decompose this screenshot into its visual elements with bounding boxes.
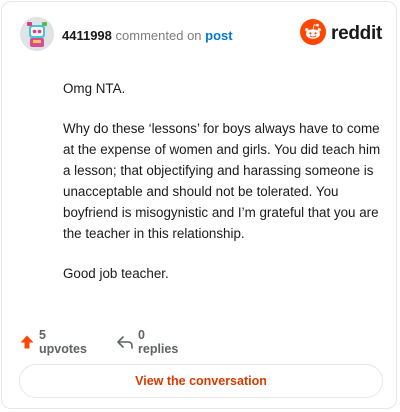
upvote-arrow-icon: [19, 334, 35, 350]
reply-stat[interactable]: 0 replies: [116, 328, 178, 356]
post-link[interactable]: post: [205, 28, 232, 43]
comment-header: 4411998 commented on post reddit: [20, 17, 382, 53]
avatar-icon[interactable]: [20, 17, 54, 51]
username[interactable]: 4411998: [62, 28, 112, 43]
comment-paragraph: Good job teacher.: [63, 266, 169, 281]
upvote-count: 5 upvotes: [39, 328, 87, 356]
comment-meta: 4411998 commented on post: [62, 28, 233, 43]
comment-body: Omg NTA. Why do these ‘lessons’ for boys…: [63, 78, 381, 303]
view-conversation-button[interactable]: View the conversation: [19, 364, 383, 398]
action-text: commented on: [115, 28, 202, 43]
comment-paragraph: Omg NTA.: [63, 81, 126, 96]
reddit-logo[interactable]: reddit: [300, 18, 382, 50]
reddit-alien-icon: [300, 18, 327, 50]
comment-paragraph: Why do these ‘lessons’ for boys always h…: [63, 121, 381, 241]
reply-count: 0 replies: [138, 328, 179, 356]
comment-card: 4411998 commented on post reddit Omg NTA…: [1, 1, 397, 409]
reddit-wordmark: reddit: [331, 23, 382, 44]
reply-arrow-icon: [116, 334, 134, 350]
upvote-stat[interactable]: 5 upvotes: [19, 328, 87, 356]
